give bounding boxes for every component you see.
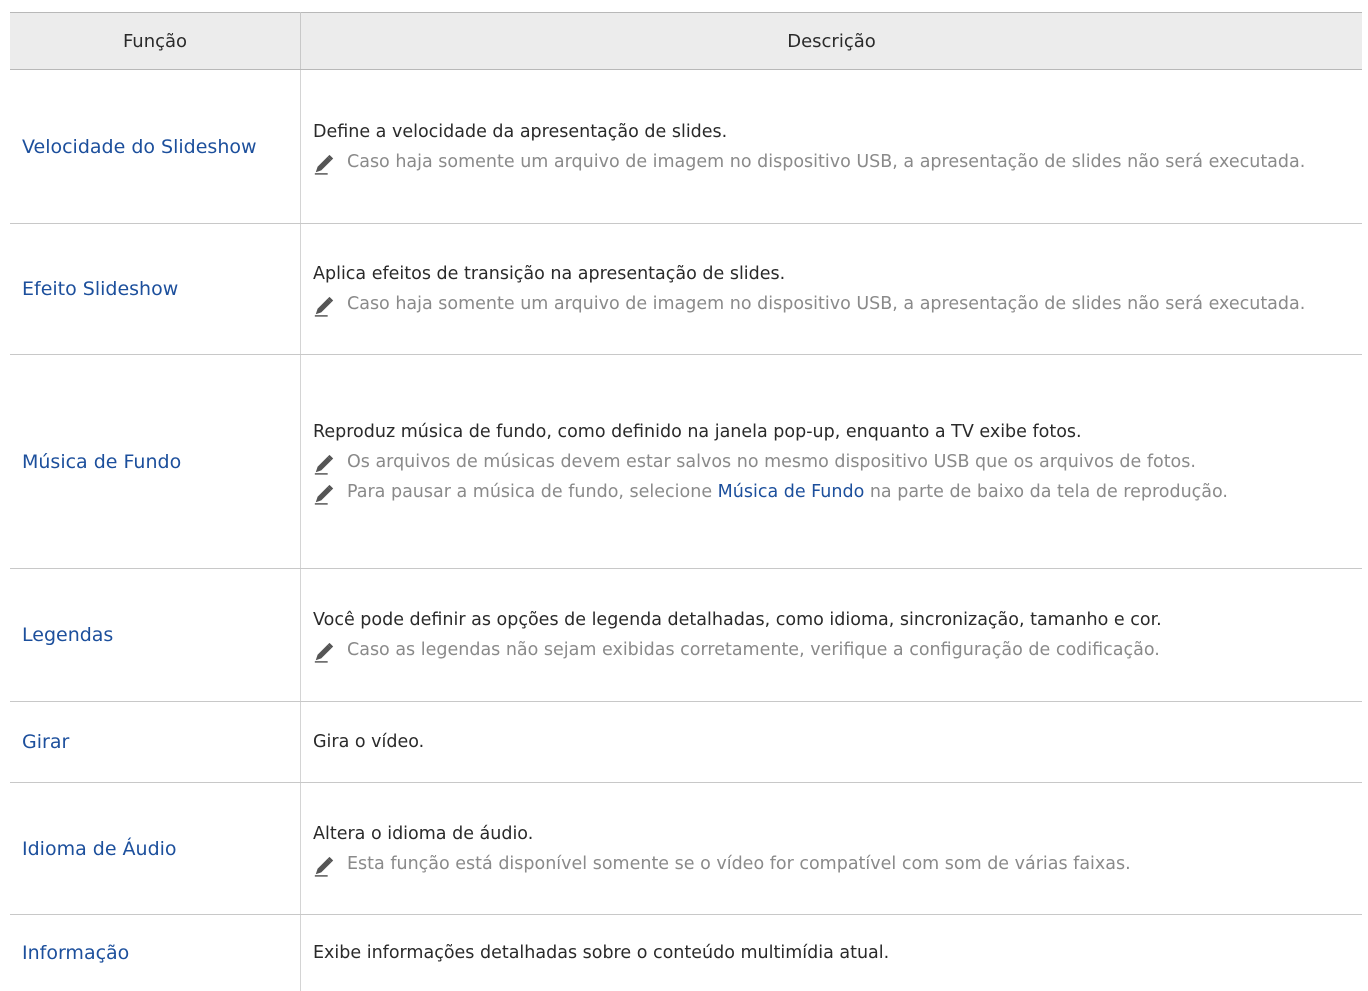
function-name: Girar bbox=[10, 702, 301, 783]
note: Esta função está disponível somente se o… bbox=[313, 849, 1348, 879]
description-cell: Gira o vídeo. bbox=[301, 702, 1363, 783]
description-text: Altera o idioma de áudio. bbox=[313, 819, 1348, 849]
pencil-note-icon bbox=[313, 483, 335, 505]
description-cell: Reproduz música de fundo, como definido … bbox=[301, 355, 1363, 569]
description-text: Exibe informações detalhadas sobre o con… bbox=[313, 938, 1348, 968]
description-cell: Exibe informações detalhadas sobre o con… bbox=[301, 915, 1363, 991]
note-text: Caso haja somente um arquivo de imagem n… bbox=[347, 294, 1305, 314]
pencil-note-icon bbox=[313, 295, 335, 317]
description-text: Gira o vídeo. bbox=[313, 727, 1348, 757]
table-row: Efeito Slideshow Aplica efeitos de trans… bbox=[10, 224, 1362, 355]
description-cell: Você pode definir as opções de legenda d… bbox=[301, 569, 1363, 702]
note: Caso haja somente um arquivo de imagem n… bbox=[313, 147, 1348, 177]
note-text: Os arquivos de músicas devem estar salvo… bbox=[347, 452, 1196, 472]
pencil-note-icon bbox=[313, 153, 335, 175]
note-text-before: Para pausar a música de fundo, selecione bbox=[347, 482, 718, 502]
description-text: Reproduz música de fundo, como definido … bbox=[313, 417, 1348, 447]
function-name: Legendas bbox=[10, 569, 301, 702]
note: Caso haja somente um arquivo de imagem n… bbox=[313, 289, 1348, 319]
function-name: Informação bbox=[10, 915, 301, 991]
function-name: Música de Fundo bbox=[10, 355, 301, 569]
description-text: Define a velocidade da apresentação de s… bbox=[313, 117, 1348, 147]
function-description-table: Função Descrição Velocidade do Slideshow… bbox=[10, 12, 1362, 991]
header-description: Descrição bbox=[301, 13, 1363, 70]
table-header-row: Função Descrição bbox=[10, 13, 1362, 70]
table-row: Música de Fundo Reproduz música de fundo… bbox=[10, 355, 1362, 569]
note: Os arquivos de músicas devem estar salvo… bbox=[313, 447, 1348, 477]
table-row: Legendas Você pode definir as opções de … bbox=[10, 569, 1362, 702]
function-name: Idioma de Áudio bbox=[10, 783, 301, 915]
note-text-after: na parte de baixo da tela de reprodução. bbox=[864, 482, 1228, 502]
description-text: Aplica efeitos de transição na apresenta… bbox=[313, 259, 1348, 289]
description-cell: Altera o idioma de áudio. Esta função es… bbox=[301, 783, 1363, 915]
table-row: Informação Exibe informações detalhadas … bbox=[10, 915, 1362, 991]
note-text: Caso as legendas não sejam exibidas corr… bbox=[347, 640, 1160, 660]
note: Caso as legendas não sejam exibidas corr… bbox=[313, 635, 1348, 665]
table-row: Girar Gira o vídeo. bbox=[10, 702, 1362, 783]
pencil-note-icon bbox=[313, 453, 335, 475]
function-name: Velocidade do Slideshow bbox=[10, 70, 301, 224]
table-row: Idioma de Áudio Altera o idioma de áudio… bbox=[10, 783, 1362, 915]
description-cell: Define a velocidade da apresentação de s… bbox=[301, 70, 1363, 224]
music-background-menu-reference: Música de Fundo bbox=[718, 482, 865, 502]
pencil-note-icon bbox=[313, 855, 335, 877]
header-function: Função bbox=[10, 13, 301, 70]
note-text: Caso haja somente um arquivo de imagem n… bbox=[347, 152, 1305, 172]
description-text: Você pode definir as opções de legenda d… bbox=[313, 605, 1348, 635]
pencil-note-icon bbox=[313, 641, 335, 663]
note-text: Esta função está disponível somente se o… bbox=[347, 854, 1131, 874]
description-cell: Aplica efeitos de transição na apresenta… bbox=[301, 224, 1363, 355]
table-row: Velocidade do Slideshow Define a velocid… bbox=[10, 70, 1362, 224]
note: Para pausar a música de fundo, selecione… bbox=[313, 477, 1348, 507]
function-name: Efeito Slideshow bbox=[10, 224, 301, 355]
